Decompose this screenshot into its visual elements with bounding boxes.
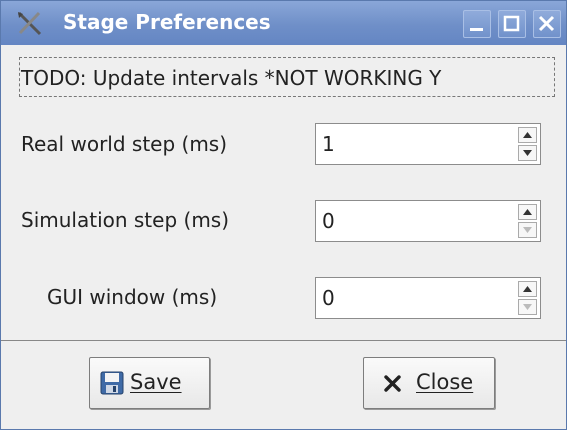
maximize-icon (503, 15, 520, 32)
maximize-button[interactable] (498, 10, 526, 38)
real-world-step-label: Real world step (ms) (21, 132, 228, 156)
arrow-down-icon (523, 227, 532, 233)
real-world-step-value[interactable]: 1 (322, 124, 335, 164)
floppy-disk-icon (100, 371, 124, 395)
x-icon (384, 375, 401, 392)
close-window-button[interactable] (533, 10, 561, 38)
window-title: Stage Preferences (63, 10, 271, 34)
arrow-up-icon (523, 286, 532, 292)
simulation-step-value[interactable]: 0 (322, 201, 335, 241)
increment-button[interactable] (518, 127, 537, 143)
tools-icon (17, 11, 42, 36)
real-world-step-spinbox[interactable]: 1 (315, 123, 541, 165)
spin-arrows (518, 204, 537, 238)
info-label: TODO: Update intervals *NOT WORKING Y (19, 57, 555, 97)
decrement-button[interactable] (518, 145, 537, 161)
gui-window-value[interactable]: 0 (322, 278, 335, 318)
close-button[interactable]: Close (363, 357, 495, 409)
arrow-up-icon (523, 132, 532, 138)
spin-arrows (518, 127, 537, 161)
arrow-down-icon (523, 150, 532, 156)
save-button[interactable]: Save (89, 357, 210, 409)
minimize-icon (470, 28, 483, 31)
close-icon (538, 15, 555, 32)
increment-button[interactable] (518, 204, 537, 220)
minimize-button[interactable] (463, 10, 491, 38)
preferences-window: Stage Preferences TODO: Update intervals… (0, 0, 567, 430)
arrow-up-icon (523, 209, 532, 215)
spin-arrows (518, 281, 537, 315)
simulation-step-spinbox[interactable]: 0 (315, 200, 541, 242)
gui-window-spinbox[interactable]: 0 (315, 277, 541, 319)
divider (1, 340, 566, 341)
increment-button[interactable] (518, 281, 537, 297)
close-button-label: Close (416, 370, 474, 394)
decrement-button[interactable] (518, 299, 537, 315)
save-button-label: Save (130, 370, 182, 394)
title-bar[interactable]: Stage Preferences (1, 1, 566, 45)
decrement-button[interactable] (518, 222, 537, 238)
arrow-down-icon (523, 304, 532, 310)
gui-window-label: GUI window (ms) (47, 285, 218, 309)
simulation-step-label: Simulation step (ms) (21, 208, 230, 232)
